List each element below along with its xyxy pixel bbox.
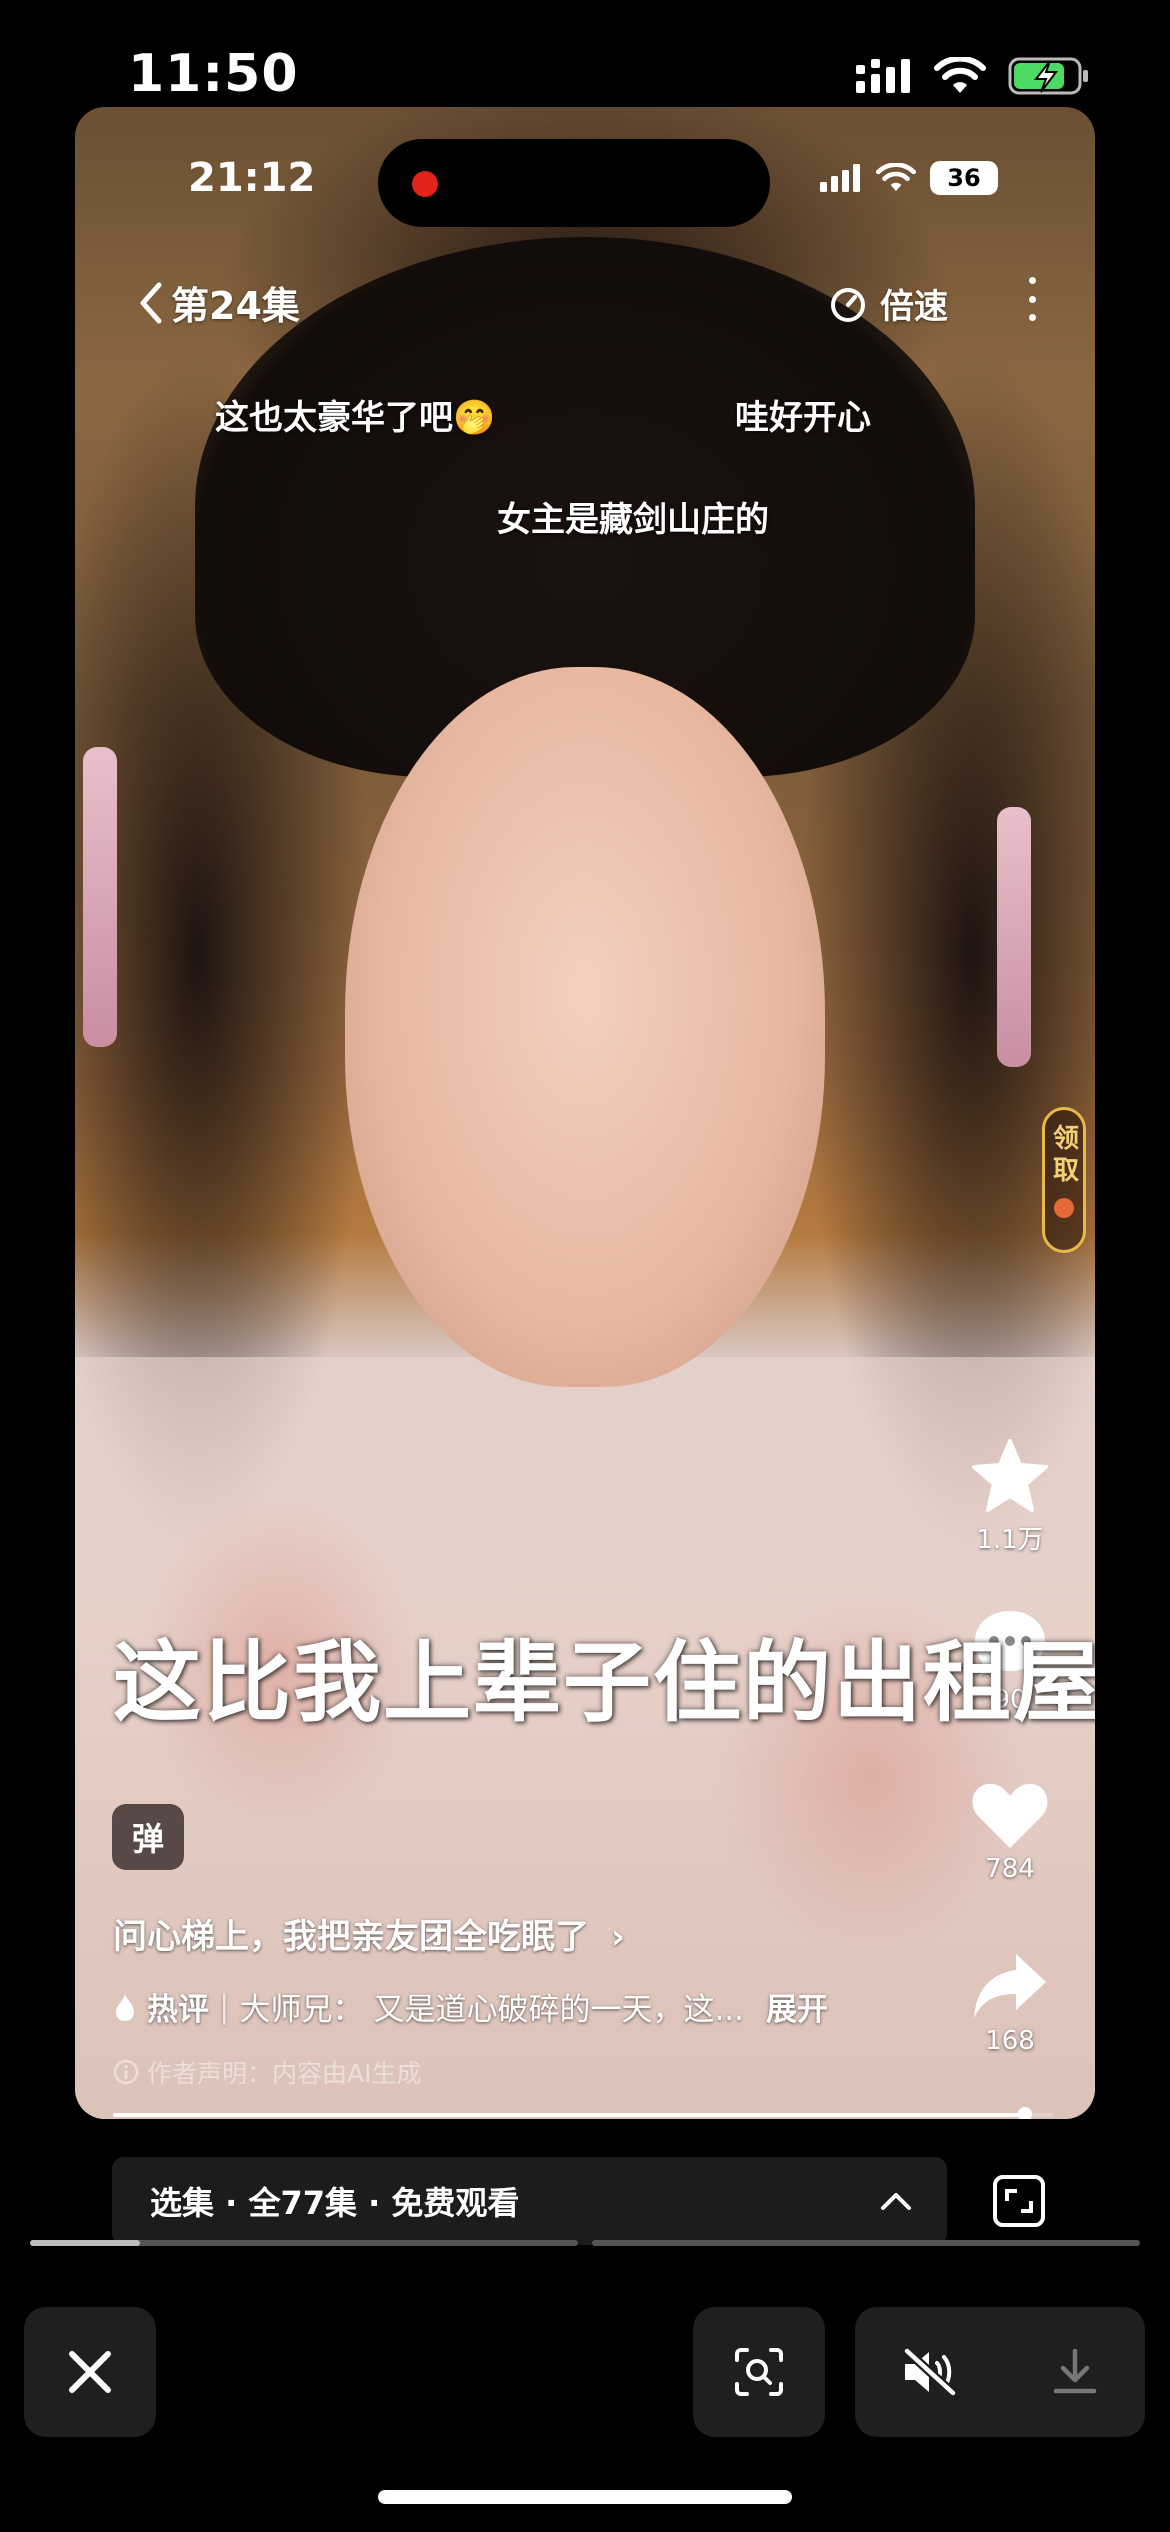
video-progress-knob[interactable] xyxy=(1017,2107,1032,2119)
timer-icon xyxy=(831,287,865,322)
danmaku-toggle-button[interactable]: 弹 xyxy=(112,1804,184,1870)
flame-icon xyxy=(116,1993,134,2021)
more-dot-icon xyxy=(1028,277,1036,284)
share-arrow-icon xyxy=(974,1954,1046,2018)
scan-search-icon xyxy=(735,2348,783,2396)
recording-scrubber-left[interactable] xyxy=(30,2240,578,2246)
episode-selector-bar[interactable]: 选集 · 全77集 · 免费观看 xyxy=(112,2157,947,2245)
media-controls-group xyxy=(855,2307,1145,2437)
star-icon xyxy=(972,1439,1048,1512)
like-count: 784 xyxy=(985,1854,1035,1884)
series-title-link[interactable]: 问心梯上，我把亲友团全吃眠了 › xyxy=(113,1909,625,1958)
cellular-icon xyxy=(856,59,910,93)
wifi-icon xyxy=(934,57,986,93)
ai-content-notice: 作者声明：内容由AI生成 xyxy=(113,2054,421,2090)
chevron-left-icon xyxy=(140,282,162,323)
series-title: 问心梯上，我把亲友团全吃眠了 xyxy=(113,1917,589,1957)
hot-comment-tag: 热评 xyxy=(147,1992,209,2028)
video-frame-face xyxy=(345,667,825,1387)
heart-icon xyxy=(972,1783,1048,1848)
recording-scrubber-right[interactable] xyxy=(592,2240,1140,2246)
status-time: 11:50 xyxy=(128,44,299,104)
battery-charging-icon xyxy=(1008,57,1088,95)
visual-lookup-button[interactable] xyxy=(693,2307,825,2437)
home-indicator[interactable] xyxy=(378,2490,792,2504)
status-icons xyxy=(856,52,1090,100)
favorite-button[interactable]: 1.1万 xyxy=(955,1437,1065,1556)
claim-reward-badge[interactable]: 领取 xyxy=(1042,1107,1086,1253)
close-button[interactable] xyxy=(24,2307,156,2437)
video-player[interactable]: 21:12 36 第24集 倍速 这也太豪华了吧🤭 哇好开心 女主是藏剑山庄的 … xyxy=(75,107,1095,2119)
back-button[interactable]: 第24集 xyxy=(135,275,300,330)
favorite-count: 1.1万 xyxy=(976,1525,1044,1555)
danmaku-comment: 这也太豪华了吧🤭 xyxy=(215,398,496,438)
chevron-up-icon xyxy=(881,2193,911,2210)
ai-notice-text: 作者声明：内容由AI生成 xyxy=(147,2059,422,2088)
inner-wifi-icon xyxy=(876,163,916,192)
fullscreen-icon xyxy=(1005,2189,1033,2213)
screen: 11:50 21:12 36 第24集 倍速 这也太豪华了吧🤭 哇好开心 女主是… xyxy=(0,0,1170,2532)
danmaku-toggle-label: 弹 xyxy=(131,1820,164,1858)
danmaku-comment: 哇好开心 xyxy=(735,398,871,438)
fullscreen-button[interactable] xyxy=(993,2175,1045,2227)
share-count: 168 xyxy=(985,2026,1035,2056)
video-progress-fill xyxy=(113,2113,1025,2117)
expand-link[interactable]: 展开 xyxy=(766,1984,828,2029)
video-subtitle: 这比我上辈子住的出租屋 xyxy=(113,1631,1095,1734)
hot-comment[interactable]: 热评 | 大师兄： 又是道心破碎的一天，这... 展开 xyxy=(113,1984,828,2029)
playback-speed-label: 倍速 xyxy=(880,287,948,327)
recording-indicator xyxy=(412,171,438,197)
inner-status-icons: 36 xyxy=(820,161,998,195)
video-frame-tassel-left xyxy=(83,747,117,1047)
inner-cellular-icon xyxy=(820,164,860,192)
divider: | xyxy=(219,1988,230,2025)
download-icon[interactable] xyxy=(1050,2347,1100,2397)
inner-status-time: 21:12 xyxy=(188,155,316,201)
inner-battery-level: 36 xyxy=(930,161,998,195)
danmaku-comment: 女主是藏剑山庄的 xyxy=(497,500,769,540)
video-frame-tassel-right xyxy=(997,807,1031,1067)
more-options-button[interactable] xyxy=(1020,277,1044,321)
coin-icon xyxy=(1054,1198,1074,1218)
more-dot-icon xyxy=(1028,295,1036,303)
claim-label: 领取 xyxy=(1048,1124,1079,1188)
hot-comment-author: 大师兄： xyxy=(239,1992,364,2028)
dynamic-island xyxy=(378,139,770,227)
episode-title: 第24集 xyxy=(171,284,300,328)
info-icon xyxy=(113,2059,139,2085)
like-button[interactable]: 784 xyxy=(955,1780,1065,1884)
hot-comment-text: 又是道心破碎的一天，这... xyxy=(373,1992,745,2028)
share-button[interactable]: 168 xyxy=(955,1950,1065,2056)
mute-speaker-icon[interactable] xyxy=(901,2347,959,2397)
recording-scrubber-fill xyxy=(30,2240,140,2246)
video-progress-bar[interactable] xyxy=(113,2107,1053,2119)
close-icon xyxy=(69,2351,111,2393)
more-dot-icon xyxy=(1028,314,1036,321)
episode-selector-label: 选集 · 全77集 · 免费观看 xyxy=(150,2184,520,2222)
chevron-right-icon: › xyxy=(610,1917,625,1957)
playback-speed-button[interactable]: 倍速 xyxy=(828,279,948,328)
